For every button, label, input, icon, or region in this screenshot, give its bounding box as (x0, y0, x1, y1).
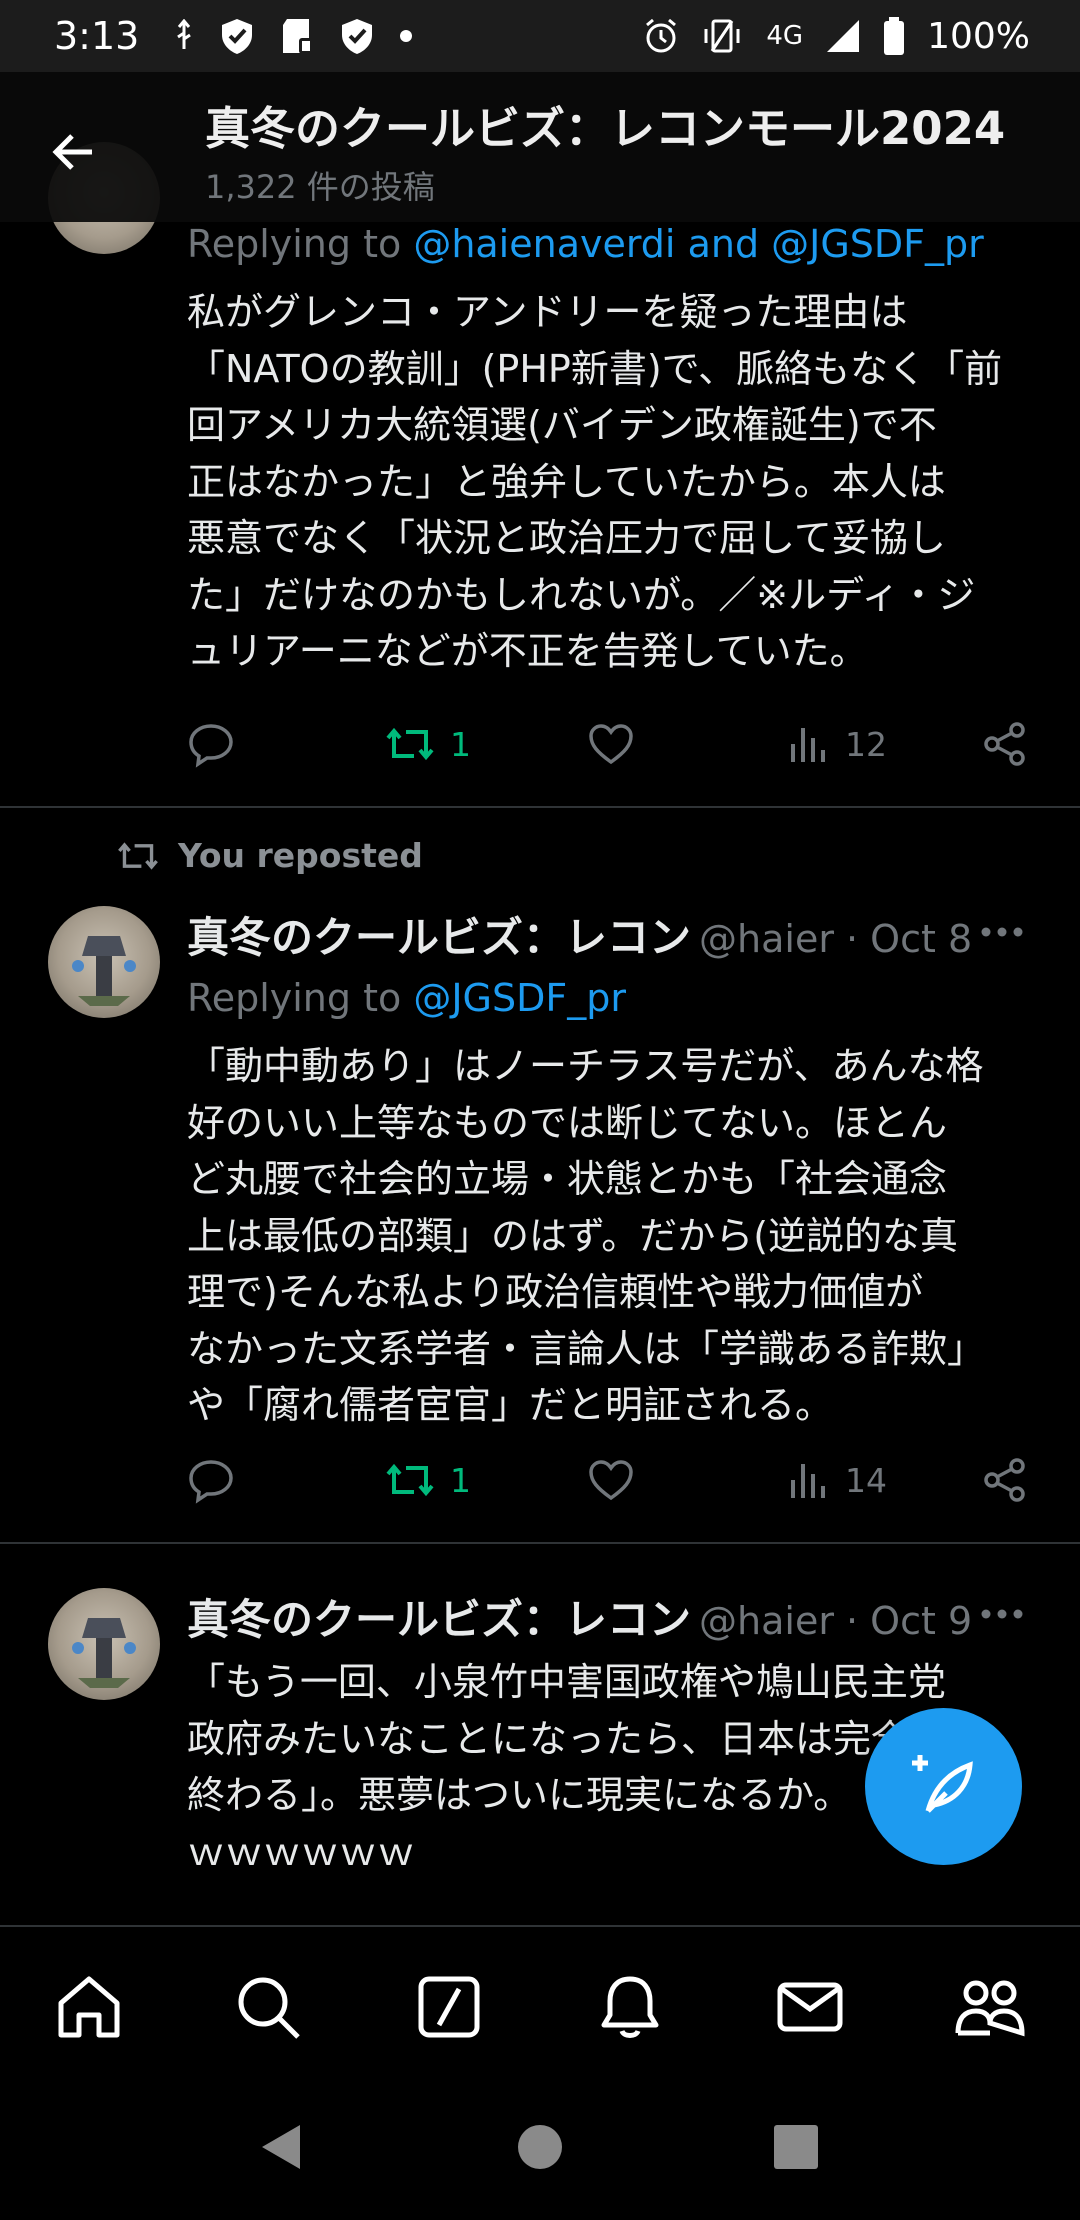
handle-date[interactable]: @haier · Oct 8 (699, 917, 972, 961)
post-count: 1,322 件の投稿 (205, 168, 435, 206)
system-back-icon[interactable] (252, 2117, 312, 2177)
status-time: 3:13 (54, 14, 140, 58)
back-arrow-icon[interactable] (44, 122, 104, 182)
views-icon (791, 1464, 825, 1498)
author-line: 真冬のクールビズ：レコン @haier · Oct 9 (187, 1586, 972, 1647)
views-button[interactable]: 14 (787, 1450, 887, 1510)
nav-messages[interactable] (770, 1967, 850, 2047)
messages-icon (777, 1982, 843, 2032)
divider (0, 806, 1080, 808)
views-count: 14 (845, 1460, 887, 1500)
nav-communities[interactable] (950, 1967, 1030, 2047)
app-screen: 3:13 4G 100% Replying to @haienaverdi an… (0, 0, 1080, 2220)
retweet-count: 1 (450, 1460, 471, 1500)
avatar[interactable] (48, 906, 160, 1018)
nav-home[interactable] (49, 1967, 129, 2047)
like-button[interactable] (587, 1450, 635, 1510)
network-label: 4G (766, 21, 804, 51)
system-recents-icon[interactable] (766, 2117, 826, 2177)
compose-icon (911, 1754, 973, 1813)
retweet-button[interactable]: 1 (384, 714, 471, 774)
repost-label: You reposted (178, 836, 423, 875)
nav-grok[interactable] (409, 1967, 489, 2047)
author-line: 真冬のクールビズ：レコン @haier · Oct 8 (187, 904, 972, 965)
like-icon (589, 724, 633, 765)
reply-icon (189, 724, 233, 768)
notifications-icon (601, 1976, 659, 2038)
share-button[interactable] (982, 1450, 1028, 1510)
usb-icon (177, 19, 192, 49)
reply-prefix: Replying to (187, 976, 414, 1020)
more-icon[interactable] (980, 1604, 1024, 1624)
shield-check-icon (342, 19, 373, 54)
signal-icon (827, 20, 860, 52)
share-button[interactable] (982, 714, 1028, 774)
home-icon (58, 1976, 120, 2038)
like-icon (589, 1460, 633, 1501)
reply-mentions[interactable]: @haienaverdi and @JGSDF_pr (413, 222, 983, 266)
search-icon (238, 1977, 300, 2039)
bottom-nav (0, 1925, 1080, 2075)
communities-icon (955, 1980, 1025, 2037)
retweet-button[interactable]: 1 (384, 1450, 471, 1510)
page-title: 真冬のクールビズ：レコンモール2024 (205, 102, 1006, 155)
system-home-icon[interactable] (510, 2117, 570, 2177)
author-name[interactable]: 真冬のクールビズ：レコン (187, 904, 691, 965)
status-bar: 3:13 4G 100% (0, 0, 1080, 72)
reply-mentions[interactable]: @JGSDF_pr (413, 976, 626, 1020)
nav-notifications[interactable] (590, 1967, 670, 2047)
post-actions: 1 14 (187, 1450, 1027, 1510)
timeline[interactable]: Replying to @haienaverdi and @JGSDF_pr 私… (0, 72, 1080, 1927)
retweet-icon (118, 841, 158, 870)
sd-card-icon (283, 19, 314, 54)
post-text: 私がグレンコ・アンドリーを疑った理由は 「NATOの教訓」(PHP新書)で、脈絡… (187, 290, 1003, 673)
battery-level: 100% (927, 15, 1030, 57)
share-icon (984, 722, 1025, 766)
alarm-icon (646, 18, 677, 53)
top-app-bar: 真冬のクールビズ：レコンモール2024 1,322 件の投稿 (0, 72, 1080, 222)
shield-icon (222, 19, 253, 54)
reply-context: Replying to @JGSDF_pr (187, 976, 626, 1020)
reply-button[interactable] (187, 1450, 235, 1510)
reply-button[interactable] (187, 714, 235, 774)
vibrate-icon (704, 19, 740, 53)
post-text: 「動中動あり」はノーチラス号だが、あんな格 好のいい上等なものでは断じてない。ほ… (187, 1044, 986, 1427)
nav-search[interactable] (228, 1967, 308, 2047)
more-icon[interactable] (980, 922, 1024, 942)
views-count: 12 (845, 724, 887, 764)
avatar-art-icon (72, 936, 136, 1006)
handle-date[interactable]: @haier · Oct 9 (699, 1599, 972, 1643)
system-navigation-bar (0, 2075, 1080, 2220)
repost-indicator: You reposted (116, 836, 423, 875)
retweet-icon (386, 1463, 434, 1497)
retweet-count: 1 (450, 724, 471, 764)
battery-icon (884, 17, 905, 55)
views-icon (791, 728, 825, 762)
author-name[interactable]: 真冬のクールビズ：レコン (187, 1586, 691, 1647)
share-icon (984, 1458, 1025, 1502)
views-button[interactable]: 12 (787, 714, 887, 774)
like-button[interactable] (587, 714, 635, 774)
avatar-art-icon (72, 1618, 136, 1688)
compose-button[interactable] (865, 1708, 1022, 1865)
reply-icon (189, 1460, 233, 1504)
avatar[interactable] (48, 1588, 160, 1700)
reply-context: Replying to @haienaverdi and @JGSDF_pr (187, 222, 984, 266)
dot-icon (400, 30, 413, 42)
retweet-icon (386, 727, 434, 761)
post-actions: 1 12 (187, 714, 1027, 774)
divider (0, 1542, 1080, 1544)
grok-icon (418, 1976, 480, 2038)
reply-prefix: Replying to (187, 222, 414, 266)
